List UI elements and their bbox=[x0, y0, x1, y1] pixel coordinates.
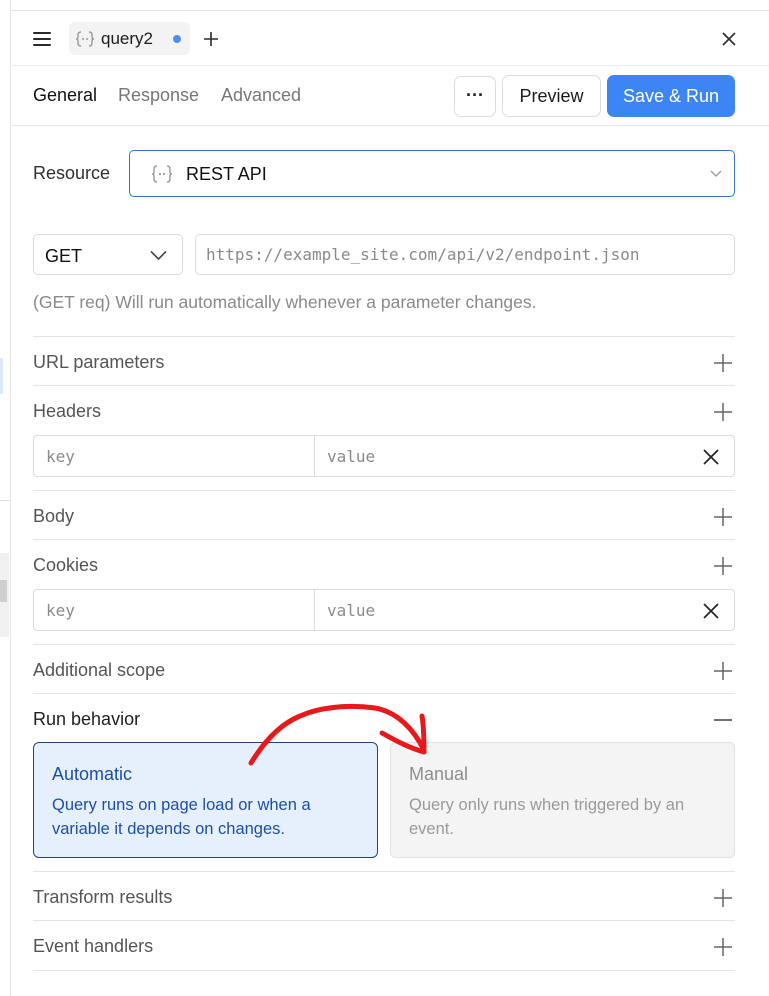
header-kv-row bbox=[33, 435, 735, 477]
query-editor-panel: query2 General Response Advanced ··· Pre… bbox=[12, 11, 769, 996]
rest-api-icon bbox=[75, 31, 95, 47]
section-label: Headers bbox=[33, 401, 102, 421]
ellipsis-icon: ··· bbox=[466, 85, 484, 105]
remove-row-close-icon[interactable] bbox=[702, 448, 720, 466]
manual-description: Query only runs when triggered by an eve… bbox=[409, 796, 685, 838]
automatic-title: Automatic bbox=[52, 764, 133, 784]
sidebar-scrollbar[interactable] bbox=[0, 580, 7, 602]
cookie-key-input[interactable] bbox=[34, 590, 315, 630]
resource-select[interactable]: REST API bbox=[129, 150, 735, 197]
tab-general[interactable]: General bbox=[33, 85, 97, 106]
section-label: Additional scope bbox=[33, 660, 166, 680]
close-icon[interactable] bbox=[718, 28, 740, 50]
chevron-down-icon bbox=[150, 250, 167, 261]
sidebar-highlight bbox=[0, 358, 3, 394]
sidebar-divider bbox=[0, 500, 11, 501]
editor-subtabs: General Response Advanced ··· Preview Sa… bbox=[12, 66, 769, 126]
run-mode-manual-card[interactable]: Manual Query only runs when triggered by… bbox=[390, 742, 735, 858]
section-run-behavior[interactable]: Run behavior bbox=[33, 693, 735, 743]
minus-icon[interactable] bbox=[713, 710, 733, 730]
query-tab-name: query2 bbox=[101, 29, 153, 48]
section-label: Run behavior bbox=[33, 709, 141, 729]
section-transform-results[interactable]: Transform results bbox=[33, 871, 735, 921]
section-body[interactable]: Body bbox=[33, 490, 735, 540]
preview-button[interactable]: Preview bbox=[502, 75, 601, 117]
left-sidebar-edge bbox=[0, 0, 11, 996]
plus-icon[interactable] bbox=[713, 937, 733, 957]
http-method-select[interactable]: GET bbox=[33, 234, 183, 275]
tab-advanced[interactable]: Advanced bbox=[221, 85, 301, 106]
more-options-button[interactable]: ··· bbox=[454, 76, 496, 117]
section-event-handlers[interactable]: Event handlers bbox=[33, 920, 735, 970]
plus-icon[interactable] bbox=[713, 661, 733, 681]
save-and-run-button[interactable]: Save & Run bbox=[607, 75, 735, 117]
automatic-description: Query runs on page load or when a variab… bbox=[52, 796, 311, 838]
cookie-value-input[interactable] bbox=[315, 590, 685, 630]
header-value-input[interactable] bbox=[315, 436, 685, 476]
bottom-divider bbox=[33, 970, 735, 971]
unsaved-indicator-dot bbox=[173, 35, 181, 43]
section-label: Cookies bbox=[33, 555, 99, 575]
run-mode-automatic-card[interactable]: Automatic Query runs on page load or whe… bbox=[33, 742, 378, 858]
run-hint-text: (GET req) Will run automatically wheneve… bbox=[33, 292, 537, 312]
section-label: Body bbox=[33, 506, 75, 526]
tab-response[interactable]: Response bbox=[118, 85, 199, 106]
section-label: URL parameters bbox=[33, 352, 165, 372]
resource-label: Resource bbox=[33, 163, 111, 183]
remove-row-close-icon[interactable] bbox=[702, 602, 720, 620]
header-key-input[interactable] bbox=[34, 436, 315, 476]
manual-title: Manual bbox=[409, 764, 469, 784]
section-cookies[interactable]: Cookies bbox=[33, 539, 735, 589]
section-headers[interactable]: Headers bbox=[33, 385, 735, 435]
plus-icon[interactable] bbox=[713, 888, 733, 908]
url-input[interactable] bbox=[195, 234, 735, 275]
rest-api-icon bbox=[151, 165, 173, 183]
http-method-value: GET bbox=[45, 246, 83, 266]
chevron-down-icon bbox=[710, 170, 722, 178]
hamburger-menu-icon[interactable] bbox=[30, 27, 54, 51]
add-tab-plus-icon[interactable] bbox=[201, 29, 221, 49]
cookie-kv-row bbox=[33, 589, 735, 631]
plus-icon[interactable] bbox=[713, 556, 733, 576]
plus-icon[interactable] bbox=[713, 353, 733, 373]
section-url-parameters[interactable]: URL parameters bbox=[33, 336, 735, 386]
section-label: Event handlers bbox=[33, 936, 154, 956]
plus-icon[interactable] bbox=[713, 507, 733, 527]
section-additional-scope[interactable]: Additional scope bbox=[33, 644, 735, 694]
resource-select-value: REST API bbox=[186, 164, 267, 184]
query-tab-bar: query2 bbox=[12, 11, 769, 66]
plus-icon[interactable] bbox=[713, 402, 733, 422]
query-tab[interactable]: query2 bbox=[69, 22, 190, 55]
section-label: Transform results bbox=[33, 887, 173, 907]
